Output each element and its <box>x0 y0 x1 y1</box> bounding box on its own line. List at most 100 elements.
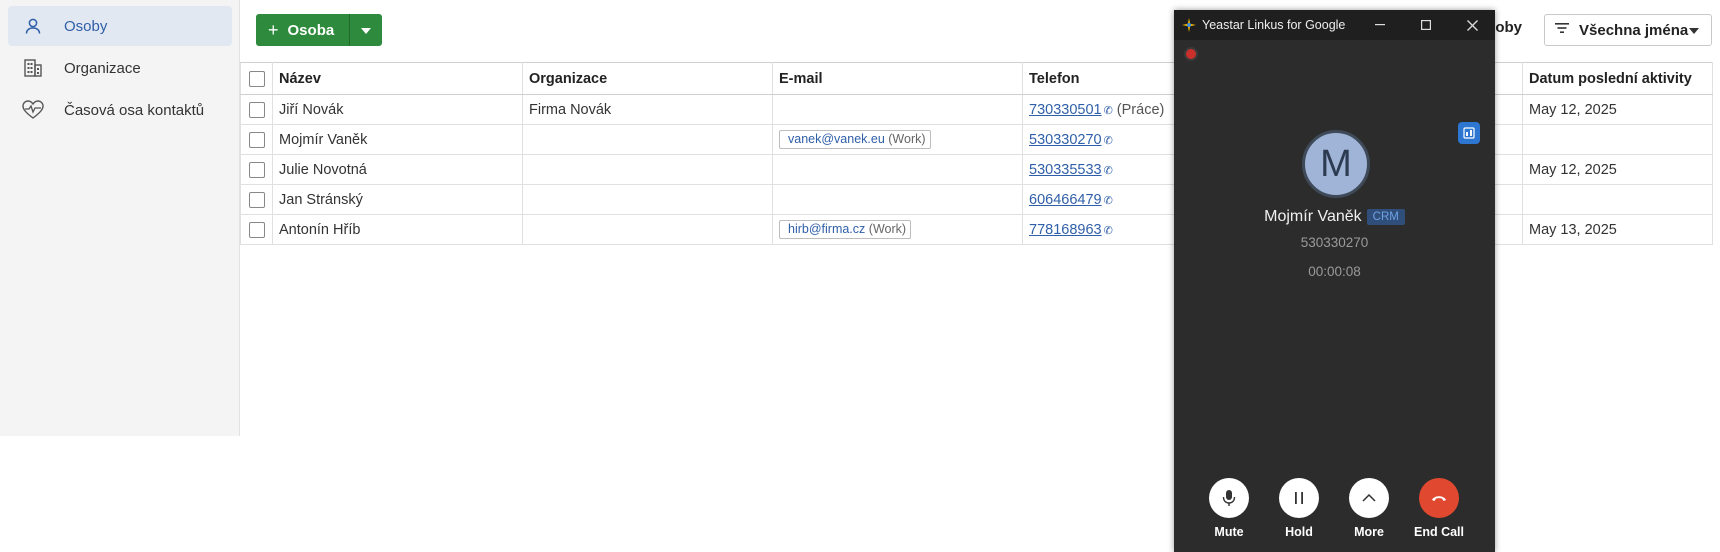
email-address[interactable]: hirb@firma.cz <box>788 222 865 236</box>
phone-icon[interactable]: ✆ <box>1104 135 1113 147</box>
row-select-cell <box>240 124 273 155</box>
row-select-cell <box>240 184 273 215</box>
cell-last-activity: May 12, 2025 <box>1522 154 1713 185</box>
email-type: (Work) <box>888 132 926 146</box>
filter-dropdown[interactable]: Všechna jména <box>1544 14 1712 46</box>
caller-avatar: M <box>1302 130 1370 198</box>
crm-link-icon[interactable] <box>1458 122 1480 144</box>
row-checkbox[interactable] <box>248 101 265 118</box>
add-person-button-group: + Osoba <box>256 14 383 46</box>
phone-link[interactable]: 530330270 <box>1029 132 1102 148</box>
call-duration: 00:00:08 <box>1308 264 1361 279</box>
mute-button[interactable]: Mute <box>1194 478 1264 539</box>
column-header-datum-posledni-aktivity[interactable]: Datum poslední aktivity <box>1522 62 1713 95</box>
pause-icon <box>1279 478 1319 518</box>
cell-organization[interactable] <box>522 124 773 155</box>
hold-label: Hold <box>1285 525 1313 539</box>
sidebar-item-casova-osa[interactable]: Časová osa kontaktů <box>8 90 232 130</box>
cell-name[interactable]: Jan Stránský <box>272 184 523 215</box>
cell-organization[interactable] <box>522 154 773 185</box>
sidebar-item-organizace[interactable]: Organizace <box>8 48 232 88</box>
crm-tag[interactable]: CRM <box>1366 209 1405 225</box>
maximize-icon[interactable] <box>1403 10 1449 40</box>
close-icon[interactable] <box>1449 10 1495 40</box>
row-checkbox[interactable] <box>248 131 265 148</box>
row-checkbox[interactable] <box>248 161 265 178</box>
cell-last-activity: May 13, 2025 <box>1522 214 1713 245</box>
chevron-down-icon <box>1689 21 1699 39</box>
sidebar-item-label: Časová osa kontaktů <box>64 101 205 119</box>
cell-organization[interactable]: Firma Novák <box>522 94 773 125</box>
phone-icon[interactable]: ✆ <box>1104 225 1113 237</box>
phone-link[interactable]: 778168963 <box>1029 222 1102 238</box>
column-header-email[interactable]: E-mail <box>772 62 1023 95</box>
cell-organization[interactable] <box>522 214 773 245</box>
cell-email: hirb@firma.cz (Work) <box>772 214 1023 245</box>
chevron-down-icon <box>361 21 372 39</box>
row-checkbox[interactable] <box>248 191 265 208</box>
sidebar-item-label: Organizace <box>64 59 141 77</box>
hold-button[interactable]: Hold <box>1264 478 1334 539</box>
cell-email <box>772 154 1023 185</box>
mute-label: Mute <box>1214 525 1244 539</box>
sidebar-item-label: Osoby <box>64 17 108 35</box>
plus-icon: + <box>268 19 279 40</box>
cell-name[interactable]: Julie Novotná <box>272 154 523 185</box>
end-call-label: End Call <box>1413 525 1464 539</box>
cell-name[interactable]: Antonín Hříb <box>272 214 523 245</box>
more-button[interactable]: More <box>1334 478 1404 539</box>
select-all-checkbox[interactable] <box>248 70 265 87</box>
row-select-cell <box>240 154 273 185</box>
email-chip[interactable]: vanek@vanek.eu (Work) <box>779 130 931 149</box>
more-label: More <box>1354 525 1384 539</box>
email-chip[interactable]: hirb@firma.cz (Work) <box>779 220 912 239</box>
add-person-label: Osoba <box>287 21 335 39</box>
filter-icon <box>1555 21 1571 39</box>
recording-indicator-icon <box>1186 49 1196 59</box>
cell-email: vanek@vanek.eu (Work) <box>772 124 1023 155</box>
cell-email <box>772 94 1023 125</box>
phone-icon[interactable]: ✆ <box>1104 105 1113 117</box>
cell-last-activity: May 12, 2025 <box>1522 94 1713 125</box>
email-address[interactable]: vanek@vanek.eu <box>788 132 885 146</box>
cell-last-activity <box>1522 124 1713 155</box>
phone-link[interactable]: 530335533 <box>1029 162 1102 178</box>
sidebar: Osoby Organizace Časová osa kontaktů <box>0 0 240 436</box>
caller-number: 530330270 <box>1300 235 1369 250</box>
phone-link[interactable]: 730330501 <box>1029 102 1102 118</box>
chevron-up-icon <box>1349 478 1389 518</box>
call-popup-window: Yeastar Linkus for Google M Mojmír Vaněk… <box>1174 10 1495 552</box>
heart-pulse-icon <box>22 99 44 121</box>
cell-email <box>772 184 1023 215</box>
cell-name[interactable]: Jiří Novák <box>272 94 523 125</box>
add-person-button[interactable]: + Osoba <box>256 14 350 46</box>
select-all-cell <box>240 62 273 95</box>
cell-last-activity <box>1522 184 1713 215</box>
row-select-cell <box>240 94 273 125</box>
filter-label: Všechna jména <box>1579 21 1689 39</box>
building-icon <box>22 57 44 79</box>
caller-info: Mojmír Vaněk CRM <box>1174 208 1495 226</box>
phone-icon[interactable]: ✆ <box>1104 165 1113 177</box>
cell-name[interactable]: Mojmír Vaněk <box>272 124 523 155</box>
phone-type: (Práce) <box>1116 101 1165 118</box>
popup-title: Yeastar Linkus for Google <box>1202 18 1346 32</box>
email-type: (Work) <box>868 222 907 236</box>
yeastar-logo-icon <box>1182 18 1196 32</box>
person-icon <box>22 15 44 37</box>
row-checkbox[interactable] <box>248 221 265 238</box>
minimize-icon[interactable] <box>1357 10 1403 40</box>
microphone-icon <box>1209 478 1249 518</box>
column-header-nazev[interactable]: Název <box>272 62 523 95</box>
phone-icon[interactable]: ✆ <box>1104 195 1113 207</box>
column-header-organizace[interactable]: Organizace <box>522 62 773 95</box>
row-select-cell <box>240 214 273 245</box>
popup-title-bar[interactable]: Yeastar Linkus for Google <box>1174 10 1495 40</box>
end-call-button[interactable]: End Call <box>1404 478 1474 539</box>
add-options-dropdown-button[interactable] <box>349 14 383 46</box>
phone-link[interactable]: 606466479 <box>1029 192 1102 208</box>
cell-organization[interactable] <box>522 184 773 215</box>
sidebar-item-osoby[interactable]: Osoby <box>8 6 232 46</box>
hang-up-icon <box>1419 478 1459 518</box>
caller-name: Mojmír Vaněk <box>1264 208 1362 225</box>
